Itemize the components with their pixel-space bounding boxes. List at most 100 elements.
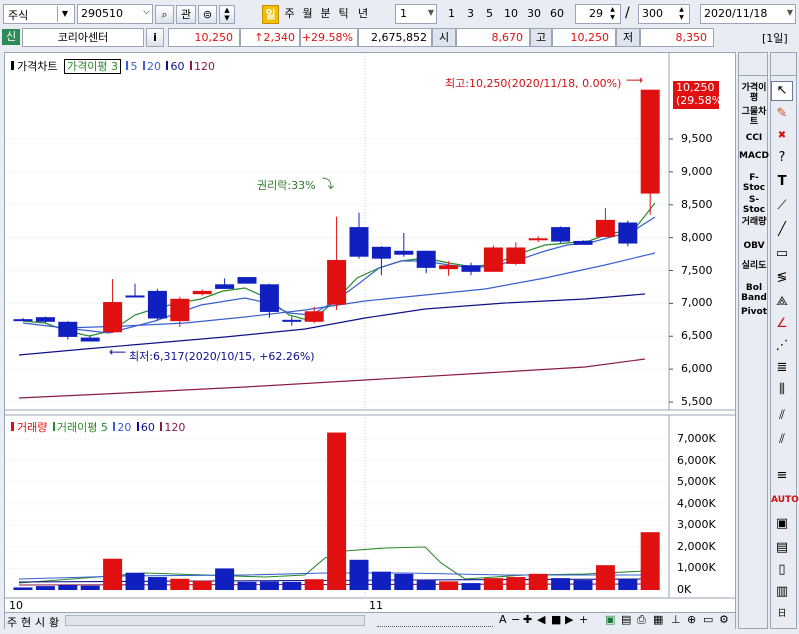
quick-30-button[interactable]: 30 (523, 5, 545, 24)
stop-icon[interactable]: ■ (551, 613, 561, 626)
quick-5-button[interactable]: 5 (481, 5, 498, 24)
tab-si[interactable]: 시 (35, 614, 45, 630)
print-icon[interactable]: ⎙ (637, 613, 646, 627)
tools-top-bar (771, 53, 796, 76)
angle-icon[interactable]: ∠ (771, 313, 793, 335)
volume-ma5-legend[interactable]: 거래이평 5 (51, 421, 108, 434)
indicator-net-chart[interactable]: 그물차트 (739, 107, 769, 127)
save-icon[interactable]: ▤ (621, 613, 631, 626)
candle-body (80, 337, 100, 342)
count-spinner[interactable]: ▲ ▼ (606, 6, 619, 22)
period-day-button[interactable]: 일 (262, 5, 279, 24)
gwan-button[interactable]: 관 (176, 5, 196, 24)
grid-icon[interactable]: ▦ (653, 613, 663, 626)
ma60-legend[interactable]: 60 (164, 60, 184, 73)
period-week-button[interactable]: 주 (281, 5, 298, 24)
excel-icon[interactable]: ▣ (605, 613, 615, 626)
eraser-icon[interactable]: ✎ (771, 103, 793, 125)
chevron-down-icon[interactable]: ▼ (428, 8, 434, 17)
layout-icon[interactable]: ▤ (771, 537, 793, 559)
link-icon[interactable]: ⊜ (198, 5, 217, 24)
minus-icon[interactable]: − (511, 613, 520, 626)
ma120-legend[interactable]: 120 (188, 60, 215, 73)
volume-ma120-legend[interactable]: 120 (158, 421, 185, 434)
quick-60-button[interactable]: 60 (546, 5, 568, 24)
quick-10-button[interactable]: 10 (500, 5, 522, 24)
chart-panel[interactable]: 가격차트 가격이평 3 5 20 60 120 최고:10,250(2020/1… (4, 52, 736, 629)
search-icon[interactable]: ⌕ (155, 5, 174, 24)
market-select[interactable]: 주식 ▼ (3, 4, 75, 24)
period-minute-button[interactable]: 분 (317, 5, 334, 24)
period-year-button[interactable]: 년 (353, 5, 373, 24)
price-ma-box[interactable]: 가격이평 3 (63, 59, 121, 74)
tab-hyeon[interactable]: 현 (21, 614, 31, 630)
auto-icon[interactable]: AUTO (771, 489, 799, 511)
quick-3-button[interactable]: 3 (462, 5, 479, 24)
cursor-icon[interactable]: ↖ (771, 81, 793, 101)
zoom-slider[interactable] (377, 615, 493, 627)
volume-title[interactable]: 거래량 (17, 421, 47, 434)
next-icon[interactable]: ▶ (565, 613, 573, 626)
count-input[interactable]: 29 ▲ ▼ (575, 4, 621, 24)
indicator-pivot[interactable]: Pivot (739, 307, 769, 317)
quick-1-button[interactable]: 1 (443, 5, 460, 24)
indicator-s-stoc[interactable]: S-Stoc (739, 195, 769, 215)
window-icon[interactable]: ▣ (771, 513, 793, 535)
fibo-icon[interactable]: ≣ (771, 357, 793, 379)
tab-hwang[interactable]: 황 (49, 614, 59, 630)
rect-icon[interactable]: ▭ (771, 243, 793, 265)
prev-icon[interactable]: ◀ (537, 613, 545, 626)
info-button[interactable]: i (146, 28, 164, 47)
stock-name-field[interactable]: 코리아센터 (22, 28, 144, 47)
volume-ma20-legend[interactable]: 20 (111, 421, 131, 434)
interval-select[interactable]: 1 ▼ (395, 4, 437, 24)
font-size-icon[interactable]: A (499, 613, 507, 626)
ma5-legend[interactable]: 5 (124, 60, 137, 73)
indicator-price-ma[interactable]: 가격이평 (739, 83, 769, 103)
indicator-obv[interactable]: OBV (739, 241, 769, 251)
axis-icon[interactable]: ⊥ (671, 613, 681, 626)
indicator-cci[interactable]: CCI (739, 133, 769, 143)
up-down-spinner[interactable]: ▲ ▼ (219, 5, 235, 24)
count-total-input[interactable]: 300 ▲ ▼ (638, 4, 690, 24)
pin-icon[interactable]: ⊕ (687, 613, 696, 626)
text-icon[interactable]: T (771, 171, 793, 193)
date-select[interactable]: 2020/11/18 ▼ (700, 4, 796, 24)
price-chart-title[interactable]: 가격차트 (17, 60, 57, 73)
plus-icon[interactable]: + (579, 613, 588, 626)
gann-icon[interactable]: ⟁ (771, 291, 793, 313)
trend-line-icon[interactable]: ⟋ (771, 195, 793, 217)
chart-svg[interactable] (5, 53, 735, 628)
chevron-down-icon[interactable]: ▼ (787, 8, 793, 17)
parallel-icon[interactable]: ⫽ (771, 405, 793, 427)
indicator-f-stoc[interactable]: F-Stoc (739, 173, 769, 193)
ma20-legend[interactable]: 20 (141, 60, 161, 73)
restore-icon[interactable]: ▭ (703, 613, 713, 626)
chevron-down-icon[interactable]: ▼ (57, 6, 72, 22)
indicator-bollinger[interactable]: Bol Band (739, 283, 769, 303)
delete-all-icon[interactable]: ✖ (771, 125, 793, 147)
chart-icon[interactable]: ▥ (771, 581, 793, 603)
move-icon[interactable]: ✚ (523, 613, 532, 626)
color-icon[interactable]: ≡ (771, 465, 793, 487)
page-icon[interactable]: ▯ (771, 559, 793, 581)
settings-icon[interactable]: ⚙ (719, 613, 729, 626)
tab-ju[interactable]: 주 (7, 614, 17, 630)
cycle-icon[interactable]: ⫼ (771, 379, 793, 401)
line-icon[interactable]: ╱ (771, 219, 793, 241)
horizontal-scrollbar[interactable] (65, 615, 365, 626)
help-icon[interactable]: ? (771, 147, 793, 169)
indicator-psychological[interactable]: 실리도 (739, 261, 769, 271)
code-input[interactable]: 290510 ⌵ (77, 4, 153, 24)
day-mode-icon[interactable]: 日 (771, 603, 793, 625)
period-month-button[interactable]: 월 (299, 5, 316, 24)
count-total-spinner[interactable]: ▲ ▼ (675, 6, 688, 22)
channel-icon[interactable]: ⫽ (771, 429, 793, 451)
zigzag-icon[interactable]: ≶ (771, 267, 793, 289)
indicator-volume[interactable]: 거래량 (739, 217, 769, 227)
indicator-macd[interactable]: MACD (739, 151, 769, 161)
period-tick-button[interactable]: 틱 (335, 5, 352, 24)
volume-ma60-legend[interactable]: 60 (135, 421, 155, 434)
chevron-down-icon[interactable]: ⌵ (143, 7, 150, 17)
fan-icon[interactable]: ⋰ (771, 335, 793, 357)
